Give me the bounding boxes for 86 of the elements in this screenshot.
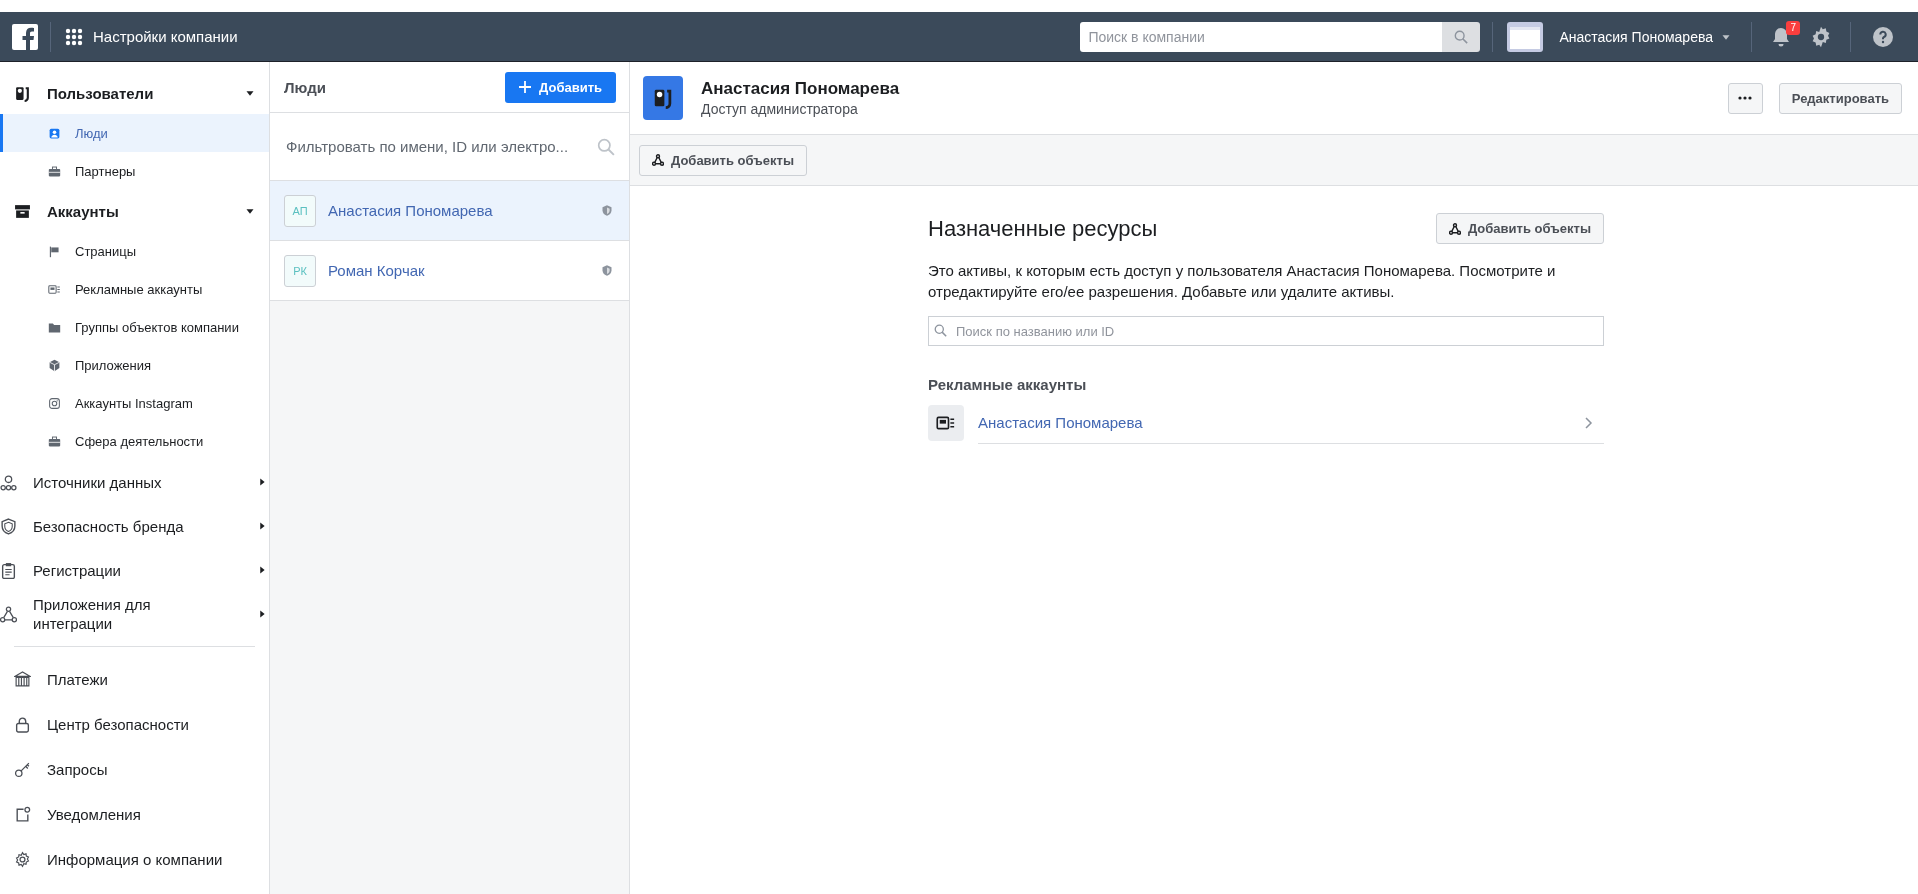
sidebar-item[interactable]: Информация о компании (0, 837, 269, 882)
section-label: Источники данных (33, 472, 162, 492)
search-field[interactable]: Поиск по названию или ID (928, 316, 1604, 346)
users-icon (14, 84, 31, 102)
sidebar-section[interactable]: Источники данных (0, 460, 269, 504)
asset-link[interactable]: Анастасия Пономарева (978, 402, 1604, 444)
section-label: Аккаунты (47, 202, 119, 220)
section-label: Безопасность бренда (33, 516, 184, 536)
nodes-icon (652, 154, 664, 166)
user-name[interactable]: Анастасия Пономарева (1559, 28, 1713, 45)
add-objects-button[interactable]: Добавить объекты (1435, 213, 1604, 244)
category-heading: Рекламные аккаунты (928, 376, 1088, 393)
initials-avatar: РК (284, 254, 316, 287)
notification-badge: 7 (1786, 20, 1800, 35)
flag-icon (48, 244, 61, 258)
plus-icon (519, 81, 532, 93)
user-role: Доступ администратора (701, 101, 859, 117)
more-icon (1738, 96, 1753, 100)
person-row[interactable]: АП Анастасия Пономарева (270, 181, 629, 241)
ad-account-icon (928, 405, 964, 441)
description-text: Это активы, к которым есть доступ у пользователя Анастасия Пономарева. Посмотрите и отредактируйте его/ее разрешения. Добавьте или удалите активы. (928, 261, 1557, 302)
notification-icon (14, 806, 31, 823)
help-icon[interactable] (1873, 26, 1893, 47)
camera-icon (48, 396, 61, 410)
sidebar-section[interactable]: Пользователи (0, 72, 269, 114)
settings-icon[interactable] (1810, 25, 1832, 48)
folder-icon (48, 320, 61, 334)
search-field[interactable]: Поиск в компании (1080, 21, 1443, 52)
sidebar-item[interactable]: Аккаунты Instagram (0, 384, 269, 422)
shield-icon (601, 204, 613, 217)
search-icon (934, 324, 947, 337)
sidebar-item[interactable]: Страницы (0, 232, 269, 270)
person-name[interactable]: Роман Корчак (328, 262, 589, 279)
clipboard-icon (0, 561, 17, 579)
person-name[interactable]: Анастасия Пономарева (328, 202, 589, 219)
shield-icon (0, 517, 17, 535)
nodes-icon (0, 605, 17, 623)
sidebar-section[interactable]: Безопасность бренда (0, 504, 269, 548)
ad-account-icon (48, 282, 61, 296)
sidebar-item[interactable]: Запросы (0, 747, 269, 792)
search-button[interactable] (1442, 21, 1481, 52)
sidebar-item[interactable]: Люди (0, 114, 269, 152)
sidebar-item[interactable]: Рекламные аккаунты (0, 270, 269, 308)
sidebar-item[interactable]: Группы объектов компании (0, 308, 269, 346)
section-label: Приложения для интеграции (33, 595, 152, 633)
search-icon (597, 137, 615, 156)
shield-icon (601, 264, 613, 277)
person-icon (48, 126, 61, 140)
initials-avatar: АП (284, 194, 316, 227)
sidebar-item[interactable]: Партнеры (0, 152, 269, 190)
more-button[interactable] (1727, 82, 1763, 114)
edit-button[interactable]: Редактировать (1778, 82, 1902, 114)
lock-icon (14, 716, 31, 733)
avatar-icon[interactable] (1507, 21, 1544, 52)
nodes-icon (1448, 222, 1461, 235)
bank-icon (14, 671, 31, 688)
search-icon (1454, 29, 1469, 44)
briefcase-icon (48, 434, 61, 448)
add-objects-button[interactable]: Добавить объекты (639, 144, 808, 176)
archive-icon (14, 202, 31, 220)
cube-icon (48, 358, 61, 372)
section-label: Пользователи (47, 84, 154, 102)
add-button[interactable]: Добавить (505, 71, 616, 103)
user-avatar-icon (643, 76, 683, 120)
notification-bell-icon[interactable] (1770, 25, 1792, 48)
user-name: Анастасия Пономарева (701, 79, 900, 99)
sidebar-section[interactable]: Регистрации (0, 548, 269, 592)
column-title: Люди (284, 78, 326, 96)
facebook-logo-icon[interactable] (12, 23, 38, 50)
data-sources-icon (0, 473, 17, 491)
briefcase-icon (48, 164, 61, 178)
app-title: Настройки компании (93, 28, 238, 45)
sidebar-item[interactable]: Уведомления (0, 792, 269, 837)
sidebar-section[interactable]: Аккаунты (0, 190, 269, 232)
apps-grid-icon[interactable] (65, 27, 83, 46)
sidebar-item[interactable]: Центр безопасности (0, 702, 269, 747)
gear-icon (14, 851, 31, 868)
section-title: Назначенные ресурсы (928, 215, 1158, 242)
sidebar-item[interactable]: Приложения (0, 346, 269, 384)
person-row[interactable]: РК Роман Корчак (270, 241, 629, 301)
chevron-icon[interactable] (1582, 416, 1594, 429)
sidebar-item[interactable]: Сфера деятельности (0, 422, 269, 460)
sidebar-item[interactable]: Платежи (0, 657, 269, 702)
key-icon (14, 761, 31, 778)
section-label: Регистрации (33, 560, 121, 580)
sidebar-section[interactable]: Приложения для интеграции (0, 592, 269, 636)
